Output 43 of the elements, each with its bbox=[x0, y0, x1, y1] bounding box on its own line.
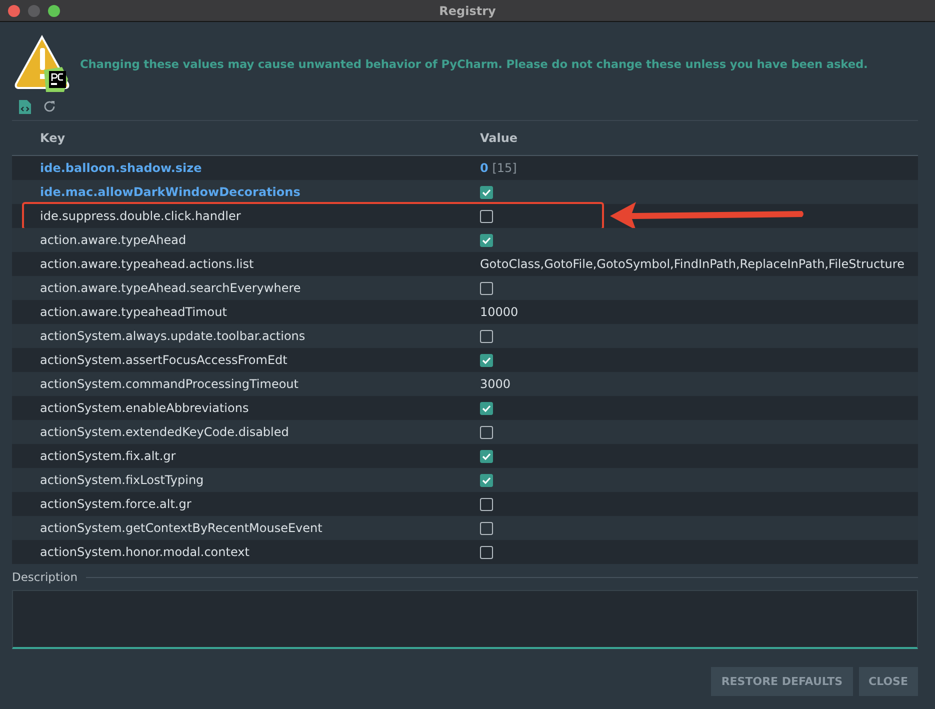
key-cell-text: action.aware.typeahead.actions.list bbox=[39, 257, 255, 271]
value-text: 10000 bbox=[480, 305, 518, 319]
checkbox[interactable] bbox=[480, 354, 493, 366]
key-cell-text: actionSystem.force.alt.gr bbox=[39, 497, 192, 511]
key-cell-text: actionSystem.honor.modal.context bbox=[39, 545, 250, 559]
close-light[interactable] bbox=[8, 4, 20, 16]
window-title: Registry bbox=[438, 4, 497, 18]
key-cell-text: ide.balloon.shadow.size bbox=[39, 161, 203, 175]
checkbox[interactable] bbox=[480, 234, 493, 246]
file-code-icon[interactable] bbox=[19, 100, 31, 114]
value-text: GotoClass,GotoFile,GotoSymbol,FindInPath,ReplaceInPath,FileStructure bbox=[480, 257, 904, 271]
checkbox[interactable] bbox=[480, 474, 493, 486]
value-text: 3000 bbox=[480, 377, 511, 391]
checkbox[interactable] bbox=[480, 498, 493, 510]
column-header[interactable]: Value bbox=[480, 131, 918, 145]
checkbox[interactable] bbox=[480, 426, 493, 438]
checkbox[interactable] bbox=[480, 282, 493, 294]
key-cell-text: actionSystem.fixLostTyping bbox=[39, 473, 205, 487]
checkbox[interactable] bbox=[480, 210, 493, 222]
key-cell-text: action.aware.typeaheadTimout bbox=[39, 305, 228, 319]
key-cell-text: ide.suppress.double.click.handler bbox=[39, 209, 242, 223]
description-label: Description bbox=[12, 570, 78, 584]
key-cell-text: action.aware.typeAhead.searchEverywhere bbox=[39, 281, 302, 295]
warning-message: Changing these values may cause unwanted behavior of PyCharm. Please do not change these unless you have been asked. bbox=[80, 57, 868, 71]
checkbox[interactable] bbox=[480, 330, 493, 342]
key-cell-text: actionSystem.enableAbbreviations bbox=[39, 401, 250, 415]
key-cell-text: actionSystem.extendedKeyCode.disabled bbox=[39, 425, 290, 439]
checkbox[interactable] bbox=[480, 522, 493, 534]
key-cell-text: actionSystem.fix.alt.gr bbox=[39, 449, 177, 463]
checkbox[interactable] bbox=[480, 546, 493, 558]
key-cell-text: actionSystem.getContextByRecentMouseEvent bbox=[39, 521, 324, 535]
refresh-icon[interactable] bbox=[43, 100, 56, 113]
key-cell-text: actionSystem.assertFocusAccessFromEdt bbox=[39, 353, 288, 367]
key-cell-text: actionSystem.always.update.toolbar.actions bbox=[39, 329, 306, 343]
key-cell-text: actionSystem.commandProcessingTimeout bbox=[39, 377, 300, 391]
key-cell-text: action.aware.typeAhead bbox=[39, 233, 188, 247]
value-text: 0 [15] bbox=[480, 161, 517, 175]
checkbox[interactable] bbox=[480, 186, 493, 198]
column-header[interactable]: Key bbox=[12, 131, 480, 145]
checkbox[interactable] bbox=[480, 402, 493, 414]
key-cell-text: ide.mac.allowDarkWindowDecorations bbox=[39, 185, 302, 199]
checkbox[interactable] bbox=[480, 450, 493, 462]
zoom-light[interactable] bbox=[48, 4, 60, 16]
